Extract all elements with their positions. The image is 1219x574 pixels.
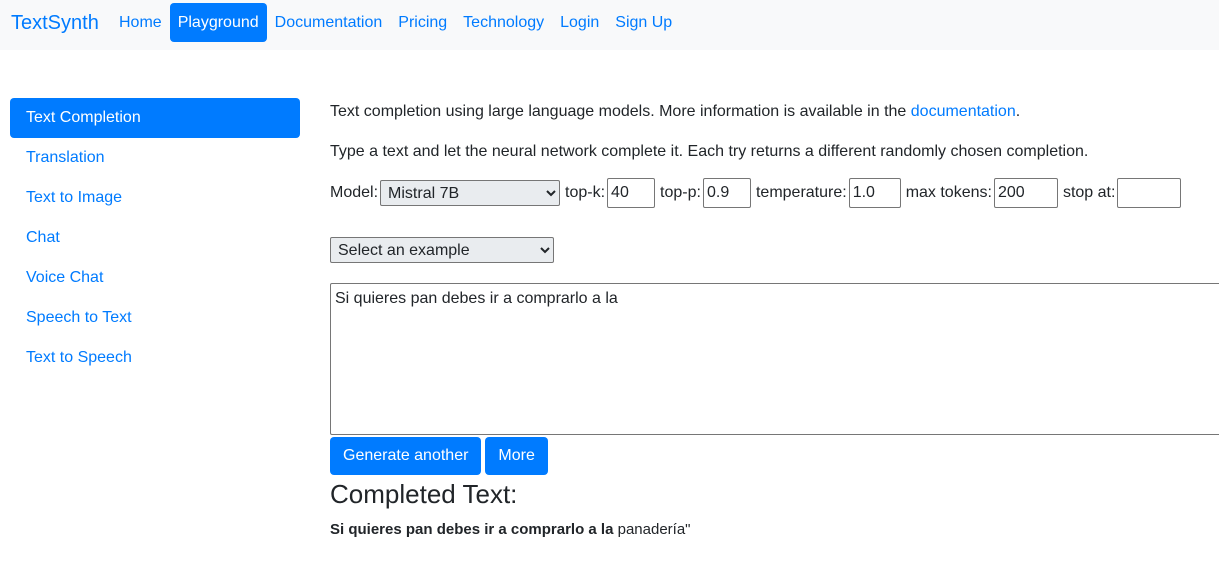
sidebar-item-speech-to-text[interactable]: Speech to Text (10, 298, 300, 338)
instruction-text: Type a text and let the neural network c… (330, 143, 1089, 160)
sidebar-item-translation[interactable]: Translation (10, 138, 300, 178)
more-button[interactable]: More (485, 437, 548, 475)
topp-label: top-p: (660, 184, 701, 201)
max-tokens-input[interactable] (993, 178, 1058, 208)
brand-logo[interactable]: TextSynth (11, 12, 99, 35)
example-select[interactable]: Select an example (330, 237, 554, 263)
model-label: Model: (330, 184, 379, 201)
completed-text-heading: Completed Text: (330, 479, 518, 509)
model-select[interactable]: Mistral 7B (380, 180, 561, 206)
generate-another-button[interactable]: Generate another (330, 437, 482, 475)
topk-input[interactable] (607, 178, 656, 208)
sidebar-item-text-to-image[interactable]: Text to Image (10, 178, 300, 218)
nav-playground[interactable]: Playground (169, 3, 267, 42)
completed-text-output: Si quieres pan debes ir a comprarlo a la… (330, 520, 691, 540)
topp-input[interactable] (702, 178, 751, 208)
result-prompt: Si quieres pan debes ir a comprarlo a la (330, 521, 614, 538)
intro-text: Text completion using large language mod… (330, 103, 911, 120)
temperature-input[interactable] (848, 178, 901, 208)
result-completion: panadería" (613, 521, 691, 538)
sidebar-item-chat[interactable]: Chat (10, 218, 300, 258)
temperature-label: temperature: (755, 184, 847, 201)
sidebar: Text Completion Translation Text to Imag… (10, 98, 300, 378)
sidebar-item-text-to-speech[interactable]: Text to Speech (10, 338, 300, 378)
action-buttons: Generate another More (330, 437, 548, 475)
documentation-link[interactable]: documentation (911, 103, 1016, 120)
parameters-row: Model: Mistral 7B top-k: top-p: temperat… (330, 178, 1182, 208)
max-tokens-label: max tokens: (905, 184, 992, 201)
nav-home[interactable]: Home (111, 3, 170, 42)
prompt-textarea[interactable]: Si quieres pan debes ir a comprarlo a la (330, 283, 1219, 435)
topk-label: top-k: (565, 184, 606, 201)
main-content: Text completion using large language mod… (330, 0, 1219, 574)
stop-at-input[interactable] (1117, 178, 1182, 208)
intro-paragraph: Text completion using large language mod… (330, 101, 1020, 123)
intro-end: . (1015, 103, 1021, 120)
stop-at-label: stop at: (1062, 184, 1116, 201)
sidebar-item-voice-chat[interactable]: Voice Chat (10, 258, 300, 298)
sidebar-item-text-completion[interactable]: Text Completion (10, 98, 300, 138)
